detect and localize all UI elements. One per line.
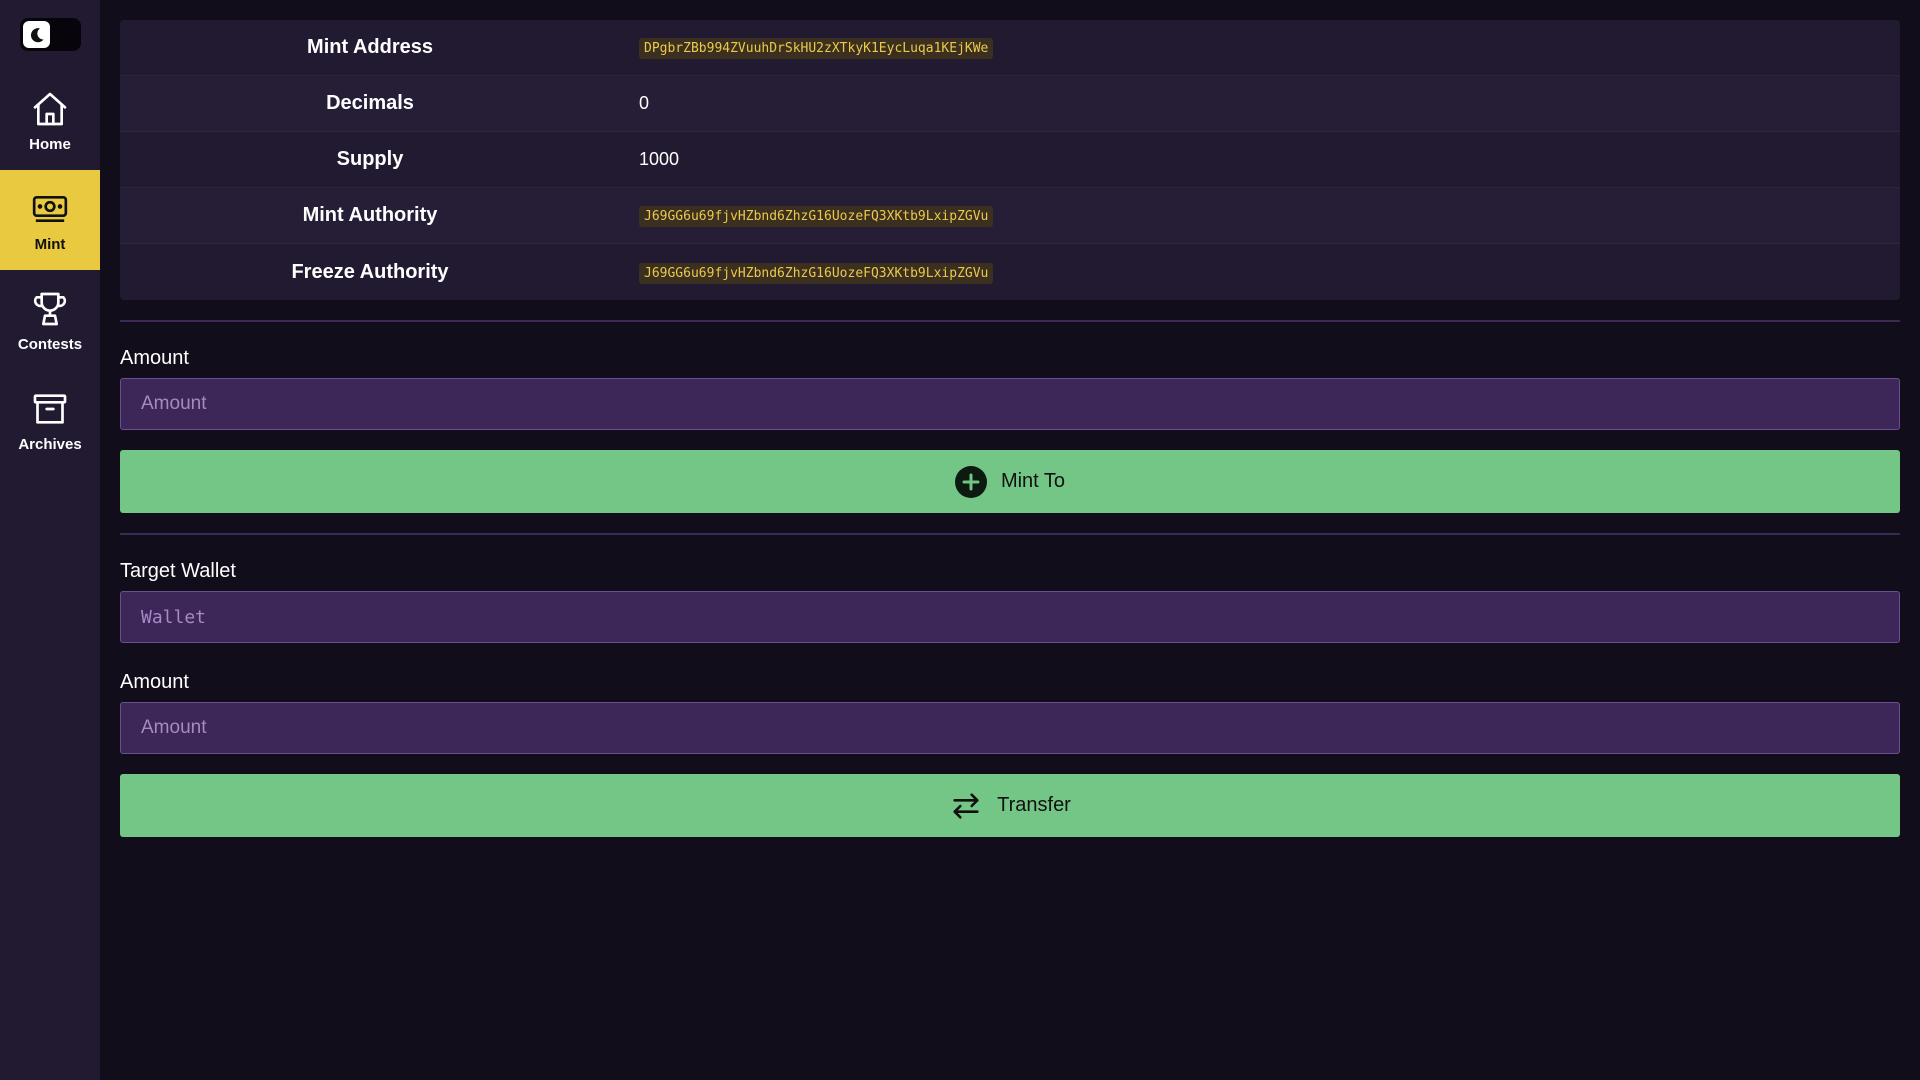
transfer-button[interactable]: Transfer [120, 774, 1900, 837]
sidebar-item-label: Home [29, 135, 71, 153]
sidebar-item-label: Contests [17, 335, 83, 353]
sidebar: Home Mint Contests Archives [0, 0, 100, 1080]
divider [120, 533, 1900, 535]
decimals-value: 0 [639, 93, 650, 113]
transfer-form: Target Wallet Amount Transfer [120, 560, 1900, 837]
mint-address-value: DPgbrZBb994ZVuuhDrSkHU2zXTkyK1EycLuqa1KE… [639, 38, 994, 59]
trophy-icon [29, 288, 71, 330]
supply-value: 1000 [639, 149, 680, 169]
table-row: Mint Authority J69GG6u69fjvHZbnd6ZhzG16U… [120, 188, 1900, 244]
sidebar-item-label: Mint [34, 235, 66, 253]
arrows-exchange-icon [949, 789, 983, 823]
table-row: Mint Address DPgbrZBb994ZVuuhDrSkHU2zXTk… [120, 20, 1900, 76]
sidebar-item-label: Archives [18, 435, 82, 453]
moon-icon [23, 21, 50, 48]
sidebar-item-mint[interactable]: Mint [0, 170, 100, 270]
transfer-amount-input[interactable] [120, 702, 1900, 754]
sidebar-item-contests[interactable]: Contests [0, 270, 100, 370]
row-label: Mint Authority [302, 204, 438, 226]
home-icon [29, 88, 71, 130]
sidebar-item-archives[interactable]: Archives [0, 370, 100, 470]
mint-amount-label: Amount [120, 347, 189, 369]
plus-circle-icon [954, 465, 987, 498]
table-row: Decimals 0 [120, 76, 1900, 132]
target-wallet-label: Target Wallet [120, 560, 236, 582]
transfer-button-label: Transfer [997, 794, 1071, 816]
mint-to-button-label: Mint To [1000, 470, 1066, 492]
freeze-authority-value: J69GG6u69fjvHZbnd6ZhzG16UozeFQ3XKtb9Lxip… [639, 262, 994, 284]
main-content: Mint Address DPgbrZBb994ZVuuhDrSkHU2zXTk… [120, 20, 1900, 837]
theme-toggle[interactable] [20, 18, 81, 51]
sidebar-item-home[interactable]: Home [0, 70, 100, 170]
mint-form: Amount Mint To [120, 347, 1900, 513]
mint-info-table: Mint Address DPgbrZBb994ZVuuhDrSkHU2zXTk… [120, 20, 1900, 300]
table-row: Supply 1000 [120, 132, 1900, 188]
row-label: Freeze Authority [291, 260, 449, 283]
mint-amount-input[interactable] [120, 378, 1900, 430]
mint-authority-value: J69GG6u69fjvHZbnd6ZhzG16UozeFQ3XKtb9Lxip… [639, 206, 994, 227]
transfer-amount-label: Amount [120, 671, 189, 693]
archive-box-icon [29, 388, 71, 430]
row-label: Mint Address [307, 36, 433, 58]
divider [120, 320, 1900, 322]
row-label: Supply [336, 148, 404, 170]
money-icon [29, 188, 71, 230]
target-wallet-input[interactable] [120, 591, 1900, 643]
table-row: Freeze Authority J69GG6u69fjvHZbnd6ZhzG1… [120, 244, 1900, 300]
mint-to-button[interactable]: Mint To [120, 450, 1900, 513]
row-label: Decimals [326, 92, 414, 114]
